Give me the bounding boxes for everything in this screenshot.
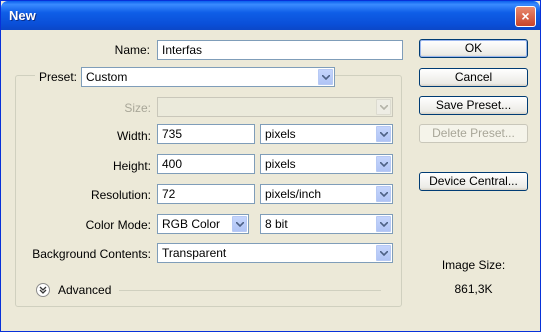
- size-label: Size:: [124, 101, 151, 115]
- preset-label: Preset:: [35, 70, 82, 84]
- image-size-value: 861,3K: [454, 282, 493, 296]
- height-label: Height:: [112, 159, 151, 173]
- width-unit-value: pixels: [265, 127, 296, 141]
- background-contents-value: Transparent: [162, 246, 227, 260]
- chevron-down-icon[interactable]: [376, 156, 391, 172]
- advanced-divider: [119, 290, 381, 291]
- chevron-down-icon[interactable]: [376, 126, 391, 142]
- preset-value: Custom: [86, 70, 128, 84]
- chevron-down-icon: [376, 99, 391, 115]
- resolution-label: Resolution:: [90, 188, 151, 202]
- resolution-unit-value: pixels/inch: [265, 187, 322, 201]
- height-unit-select[interactable]: pixels: [260, 154, 393, 174]
- new-document-dialog: New × Name: Interfas Preset: Custom Size…: [0, 0, 541, 332]
- delete-preset-button: Delete Preset...: [419, 124, 528, 143]
- advanced-toggle-label[interactable]: Advanced: [58, 283, 111, 297]
- resolution-unit-select[interactable]: pixels/inch: [260, 184, 393, 204]
- width-input[interactable]: 735: [157, 124, 255, 144]
- size-select: [157, 97, 393, 117]
- background-contents-label: Background Contents:: [32, 247, 151, 261]
- color-mode-select[interactable]: RGB Color: [157, 214, 249, 234]
- chevron-down-icon[interactable]: [318, 69, 333, 85]
- bit-depth-value: 8 bit: [265, 217, 288, 231]
- name-label: Name:: [114, 43, 150, 57]
- chevron-down-icon[interactable]: [376, 216, 391, 232]
- close-icon[interactable]: ×: [515, 6, 536, 27]
- resolution-input[interactable]: 72: [157, 184, 255, 204]
- cancel-button[interactable]: Cancel: [419, 68, 528, 87]
- device-central-button[interactable]: Device Central...: [419, 172, 528, 191]
- width-unit-select[interactable]: pixels: [260, 124, 393, 144]
- title-bar[interactable]: New ×: [1, 1, 540, 30]
- name-input[interactable]: Interfas: [157, 40, 403, 60]
- width-label: Width:: [116, 129, 151, 143]
- chevron-down-icon[interactable]: [376, 186, 391, 202]
- image-size-label: Image Size:: [441, 258, 506, 272]
- height-unit-value: pixels: [265, 157, 296, 171]
- save-preset-button[interactable]: Save Preset...: [419, 96, 528, 115]
- double-chevron-down-icon[interactable]: [36, 283, 50, 297]
- ok-button[interactable]: OK: [419, 39, 528, 58]
- color-mode-label: Color Mode:: [85, 218, 151, 232]
- preset-select[interactable]: Custom: [81, 67, 335, 87]
- bit-depth-select[interactable]: 8 bit: [260, 214, 393, 234]
- chevron-down-icon[interactable]: [232, 216, 247, 232]
- chevron-down-icon[interactable]: [376, 245, 391, 261]
- color-mode-value: RGB Color: [162, 217, 221, 231]
- height-input[interactable]: 400: [157, 154, 255, 174]
- background-contents-select[interactable]: Transparent: [157, 243, 393, 263]
- dialog-title: New: [9, 8, 36, 23]
